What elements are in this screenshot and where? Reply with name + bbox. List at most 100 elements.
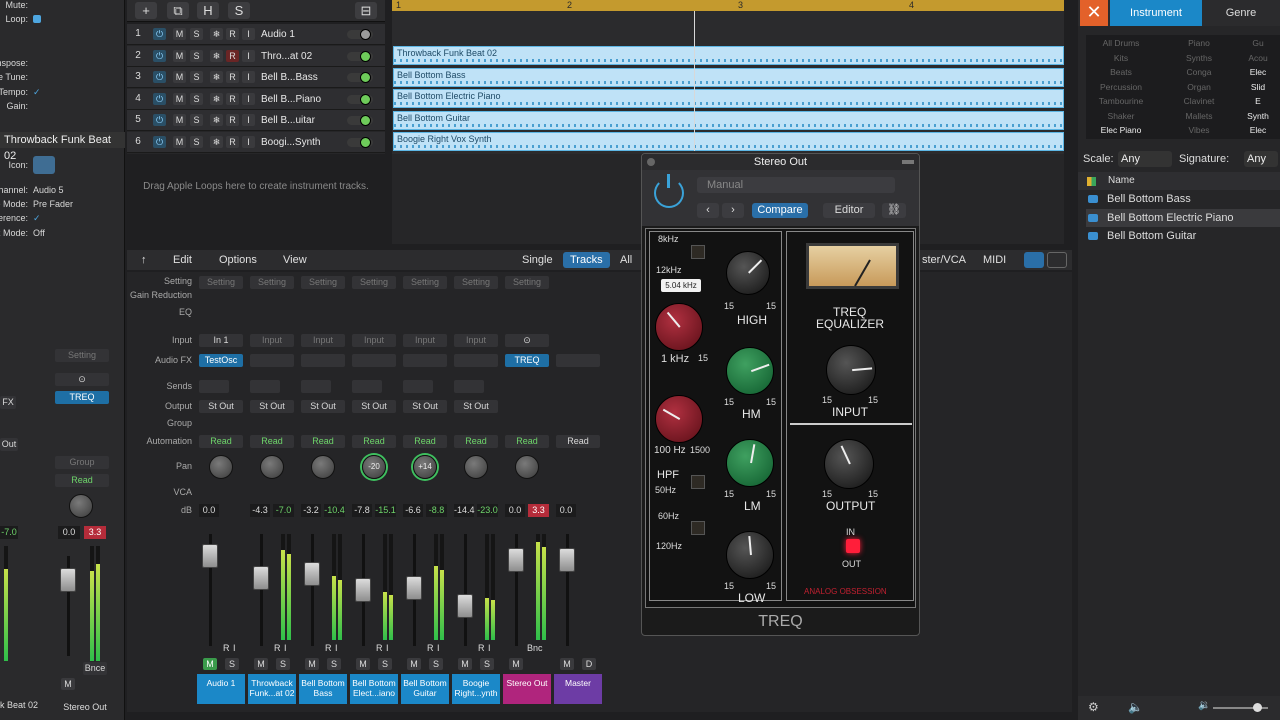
q-reference-checkbox[interactable]: ✓ [33, 213, 41, 224]
output-slot[interactable]: St Out [199, 400, 243, 413]
input-slot[interactable]: Input [250, 334, 294, 347]
track-header[interactable]: 3 ⏻ M S ❄ R I Bell B...Bass [127, 67, 385, 88]
power-icon[interactable]: ⏻ [153, 135, 166, 148]
volume-fader[interactable] [253, 566, 269, 590]
input-monitor-button[interactable]: I [284, 643, 287, 653]
setting-slot[interactable]: Setting [301, 276, 345, 289]
send-slot[interactable] [250, 380, 280, 393]
power-icon[interactable]: ⏻ [153, 71, 166, 83]
output-slot[interactable]: St Out [403, 400, 447, 413]
slider-knob[interactable] [360, 72, 371, 83]
mute-button[interactable]: M [173, 49, 186, 62]
filter-keyword[interactable]: Organ [1164, 82, 1234, 92]
input-monitor-button[interactable]: I [242, 92, 255, 105]
input-knob[interactable] [826, 345, 876, 395]
track-name[interactable]: Bell B...Piano [261, 94, 321, 105]
volume-slider-knob[interactable] [1253, 703, 1262, 712]
input-monitor-button[interactable]: I [242, 49, 255, 62]
record-button[interactable]: R [325, 643, 332, 653]
bounce-button[interactable]: Bnce [83, 662, 107, 675]
hide-button[interactable]: H [197, 2, 219, 19]
filter-keyword[interactable]: Conga [1164, 67, 1234, 77]
volume-fader[interactable] [355, 578, 371, 602]
audio-fx-slot[interactable] [556, 354, 600, 367]
signature-select[interactable]: Any [1244, 151, 1278, 167]
volume-fader[interactable] [457, 594, 473, 618]
view-toggle-icon[interactable] [1024, 252, 1044, 268]
input-slot[interactable]: Input [454, 334, 498, 347]
send-slot[interactable] [403, 380, 433, 393]
options-menu[interactable]: Options [219, 254, 257, 266]
track-header[interactable]: 1 ⏻ M S ❄ R I Audio 1 [127, 24, 385, 45]
input-monitor-button[interactable]: I [386, 643, 389, 653]
audio-fx-slot[interactable] [454, 354, 498, 367]
bypass-toggle[interactable] [846, 539, 860, 553]
track-name[interactable]: Bell B...Bass [261, 72, 318, 83]
list-item[interactable]: Bell Bottom Bass [1086, 190, 1280, 208]
pan-knob[interactable] [464, 455, 488, 479]
input-monitor-button[interactable]: I [437, 643, 440, 653]
slider-knob[interactable] [360, 136, 371, 148]
audio-fx-slot[interactable]: TREQ [505, 354, 549, 367]
channel-name[interactable]: Bell Bottom Guitar [401, 674, 449, 704]
filter-keyword[interactable]: Shaker [1086, 111, 1156, 121]
track-header[interactable]: 5 ⏻ M S ❄ R I Bell B...uitar [127, 110, 385, 131]
track-name[interactable]: Boogi...Synth [261, 137, 320, 148]
flex-mode-select[interactable]: Off [33, 228, 45, 238]
filter-keyword[interactable]: Tambourine [1086, 96, 1156, 106]
input-monitor-button[interactable]: I [488, 643, 491, 653]
filter-keyword[interactable]: All Drums [1086, 38, 1156, 48]
filter-keyword[interactable]: Acou [1236, 53, 1280, 63]
solo-button[interactable]: S [480, 658, 494, 670]
automation-select[interactable]: Read [556, 435, 600, 448]
pan-knob[interactable]: +14 [413, 455, 437, 479]
track-header[interactable]: 2 ⏻ M S ❄ R I Thro...at 02 [127, 45, 385, 67]
tab-tracks[interactable]: Tracks [563, 252, 610, 268]
filter-keyword[interactable]: Piano [1164, 38, 1234, 48]
back-button[interactable]: ↑ [141, 254, 147, 266]
track-volume-slider[interactable] [347, 50, 373, 62]
filter-keyword[interactable]: Mallets [1164, 111, 1234, 121]
audio-fx-slot[interactable] [250, 354, 294, 367]
drum-kit-icon[interactable] [33, 156, 55, 174]
record-button[interactable]: R [376, 643, 383, 653]
mute-button[interactable]: M [305, 658, 319, 670]
send-slot[interactable] [301, 380, 331, 393]
power-icon[interactable]: ⏻ [153, 114, 166, 126]
output-slot[interactable]: Out [0, 438, 18, 451]
mute-button[interactable]: M [254, 658, 268, 670]
edit-menu[interactable]: Edit [173, 254, 192, 266]
list-item[interactable]: Bell Bottom Guitar [1086, 227, 1280, 245]
low-gain-knob[interactable] [726, 531, 774, 579]
hm-gain-knob[interactable] [726, 347, 774, 395]
solo-button[interactable]: S [327, 658, 341, 670]
record-button[interactable]: R [226, 114, 239, 126]
follow-tempo-checkbox[interactable]: ✓ [33, 87, 41, 98]
automation-select[interactable]: Read [352, 435, 396, 448]
record-button[interactable]: R [274, 643, 281, 653]
solo-button[interactable]: S [429, 658, 443, 670]
filter-keyword[interactable]: Synths [1164, 53, 1234, 63]
solo-button[interactable]: S [190, 71, 203, 83]
channel-name[interactable]: Throwback Funk...at 02 [248, 674, 296, 704]
input-slot[interactable]: Input [352, 334, 396, 347]
filter-keyword[interactable]: Kits [1086, 53, 1156, 63]
power-icon[interactable]: ⏻ [153, 92, 166, 105]
dim-button[interactable]: D [582, 658, 596, 670]
send-slot[interactable] [352, 380, 382, 393]
mute-button[interactable]: M [173, 135, 186, 148]
volume-fader[interactable] [559, 548, 575, 572]
bar-ruler[interactable]: 1 2 3 4 [392, 0, 1064, 11]
record-button[interactable]: R [223, 643, 230, 653]
mute-button[interactable]: M [560, 658, 574, 670]
volume-fader[interactable] [508, 548, 524, 572]
tab-master-vca[interactable]: ster/VCA [915, 252, 973, 268]
mute-button[interactable]: M [173, 114, 186, 126]
bounce-button[interactable]: Bnc [527, 643, 543, 653]
filter-keyword[interactable]: Elec Piano [1086, 125, 1156, 135]
input-slot[interactable]: Input [301, 334, 345, 347]
high-gain-knob[interactable] [726, 251, 770, 295]
automation-select[interactable]: Read [505, 435, 549, 448]
pan-knob[interactable] [209, 455, 233, 479]
send-slot[interactable] [454, 380, 484, 393]
